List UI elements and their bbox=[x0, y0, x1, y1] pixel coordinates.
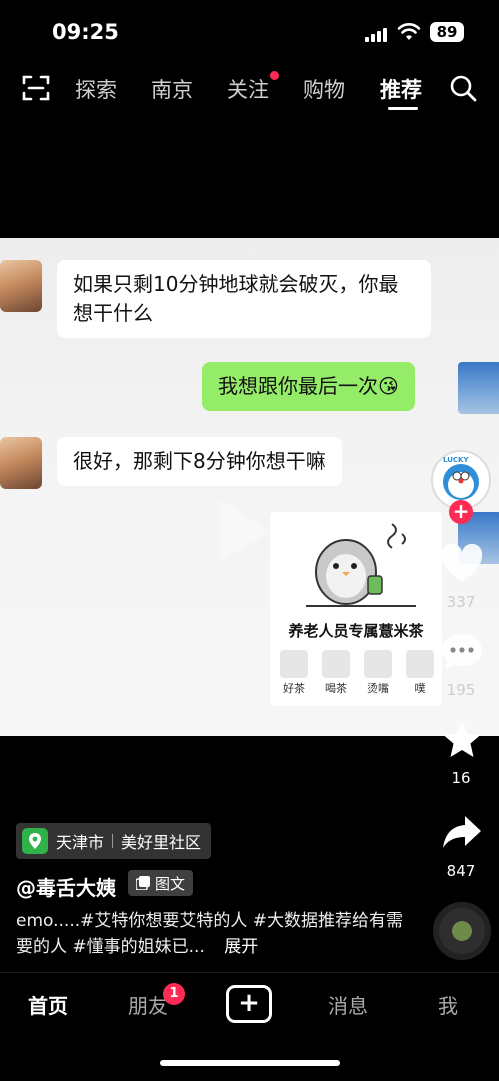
sticker-caption: 养老人员专属薏米茶 bbox=[288, 622, 424, 640]
tab-messages[interactable]: 消息 bbox=[328, 990, 368, 1019]
location-tag[interactable]: 天津市 美好里社区 bbox=[16, 823, 212, 859]
sticker-thumb: 喝茶 bbox=[316, 650, 356, 696]
sticker-thumb: 烫嘴 bbox=[358, 650, 398, 696]
battery-indicator: 89 bbox=[430, 22, 464, 42]
tab-nanjing[interactable]: 南京 bbox=[151, 74, 193, 104]
share-count: 847 bbox=[446, 862, 476, 880]
create-button[interactable]: + bbox=[226, 985, 272, 1023]
comment-count: 195 bbox=[446, 681, 476, 699]
friends-badge: 1 bbox=[163, 983, 185, 1005]
chat-avatar-left bbox=[0, 260, 42, 312]
chat-sticker: 养老人员专属薏米茶 好茶 喝茶 烫嘴 噗 bbox=[270, 512, 442, 706]
comment-icon[interactable] bbox=[440, 632, 484, 672]
author-username[interactable]: @毒舌大姨 bbox=[16, 872, 116, 901]
chat-message-3: 很好，那剩下8分钟你想干嘛 bbox=[57, 437, 342, 486]
chat-message-1: 如果只剩10分钟地球就会破灭，你最想干什么 bbox=[57, 260, 431, 338]
location-city: 天津市 bbox=[56, 833, 105, 852]
status-time: 09:25 bbox=[52, 20, 119, 44]
wifi-icon bbox=[397, 23, 421, 40]
penguin-illustration bbox=[306, 523, 416, 607]
search-icon[interactable] bbox=[449, 74, 477, 102]
post-description[interactable]: emo.....#艾特你想要艾特的人 #大数据推荐给有需要的人 #懂事的姐妹已.… bbox=[16, 908, 416, 960]
favorite-count: 16 bbox=[451, 769, 471, 787]
tab-friends[interactable]: 朋友 bbox=[128, 990, 168, 1019]
location-pin-icon bbox=[22, 828, 48, 854]
tab-me[interactable]: 我 bbox=[438, 990, 458, 1019]
post-type-label: 图文 bbox=[155, 874, 186, 893]
sticker-thumbnails: 好茶 喝茶 烫嘴 噗 bbox=[274, 650, 440, 696]
active-tab-indicator bbox=[388, 107, 418, 110]
play-icon bbox=[220, 500, 272, 562]
post-image[interactable]: 如果只剩10分钟地球就会破灭，你最想干什么 我想跟你最后一次😘 很好，那剩下8分… bbox=[0, 238, 499, 736]
tab-following[interactable]: 关注 bbox=[227, 74, 269, 104]
tab-home[interactable]: 首页 bbox=[28, 990, 68, 1019]
chat-avatar-left-2 bbox=[0, 437, 42, 489]
like-icon[interactable] bbox=[440, 544, 484, 584]
following-notification-dot bbox=[270, 71, 279, 80]
tab-shopping[interactable]: 购物 bbox=[303, 74, 345, 104]
favorite-icon[interactable] bbox=[441, 720, 483, 760]
follow-button[interactable]: + bbox=[449, 500, 473, 524]
expand-link[interactable]: 展开 bbox=[224, 937, 258, 957]
sticker-thumb: 好茶 bbox=[274, 650, 314, 696]
share-icon[interactable] bbox=[441, 814, 483, 852]
avatar-text: LUCKY bbox=[443, 456, 469, 464]
post-type-tag: 图文 bbox=[128, 870, 194, 896]
like-count: 337 bbox=[446, 593, 476, 611]
tab-explore[interactable]: 探索 bbox=[75, 74, 117, 104]
tab-recommend[interactable]: 推荐 bbox=[380, 74, 422, 104]
image-text-icon bbox=[136, 876, 150, 890]
home-indicator bbox=[160, 1060, 340, 1066]
location-place: 美好里社区 bbox=[121, 833, 202, 852]
post-description-text: emo.....#艾特你想要艾特的人 #大数据推荐给有需要的人 #懂事的姐妹已.… bbox=[16, 911, 404, 957]
music-disc[interactable] bbox=[433, 902, 491, 960]
signal-icon bbox=[365, 26, 389, 42]
location-divider bbox=[112, 834, 114, 848]
chat-message-2: 我想跟你最后一次😘 bbox=[202, 362, 415, 411]
chat-avatar-right bbox=[458, 362, 499, 414]
scan-icon[interactable] bbox=[22, 74, 50, 102]
